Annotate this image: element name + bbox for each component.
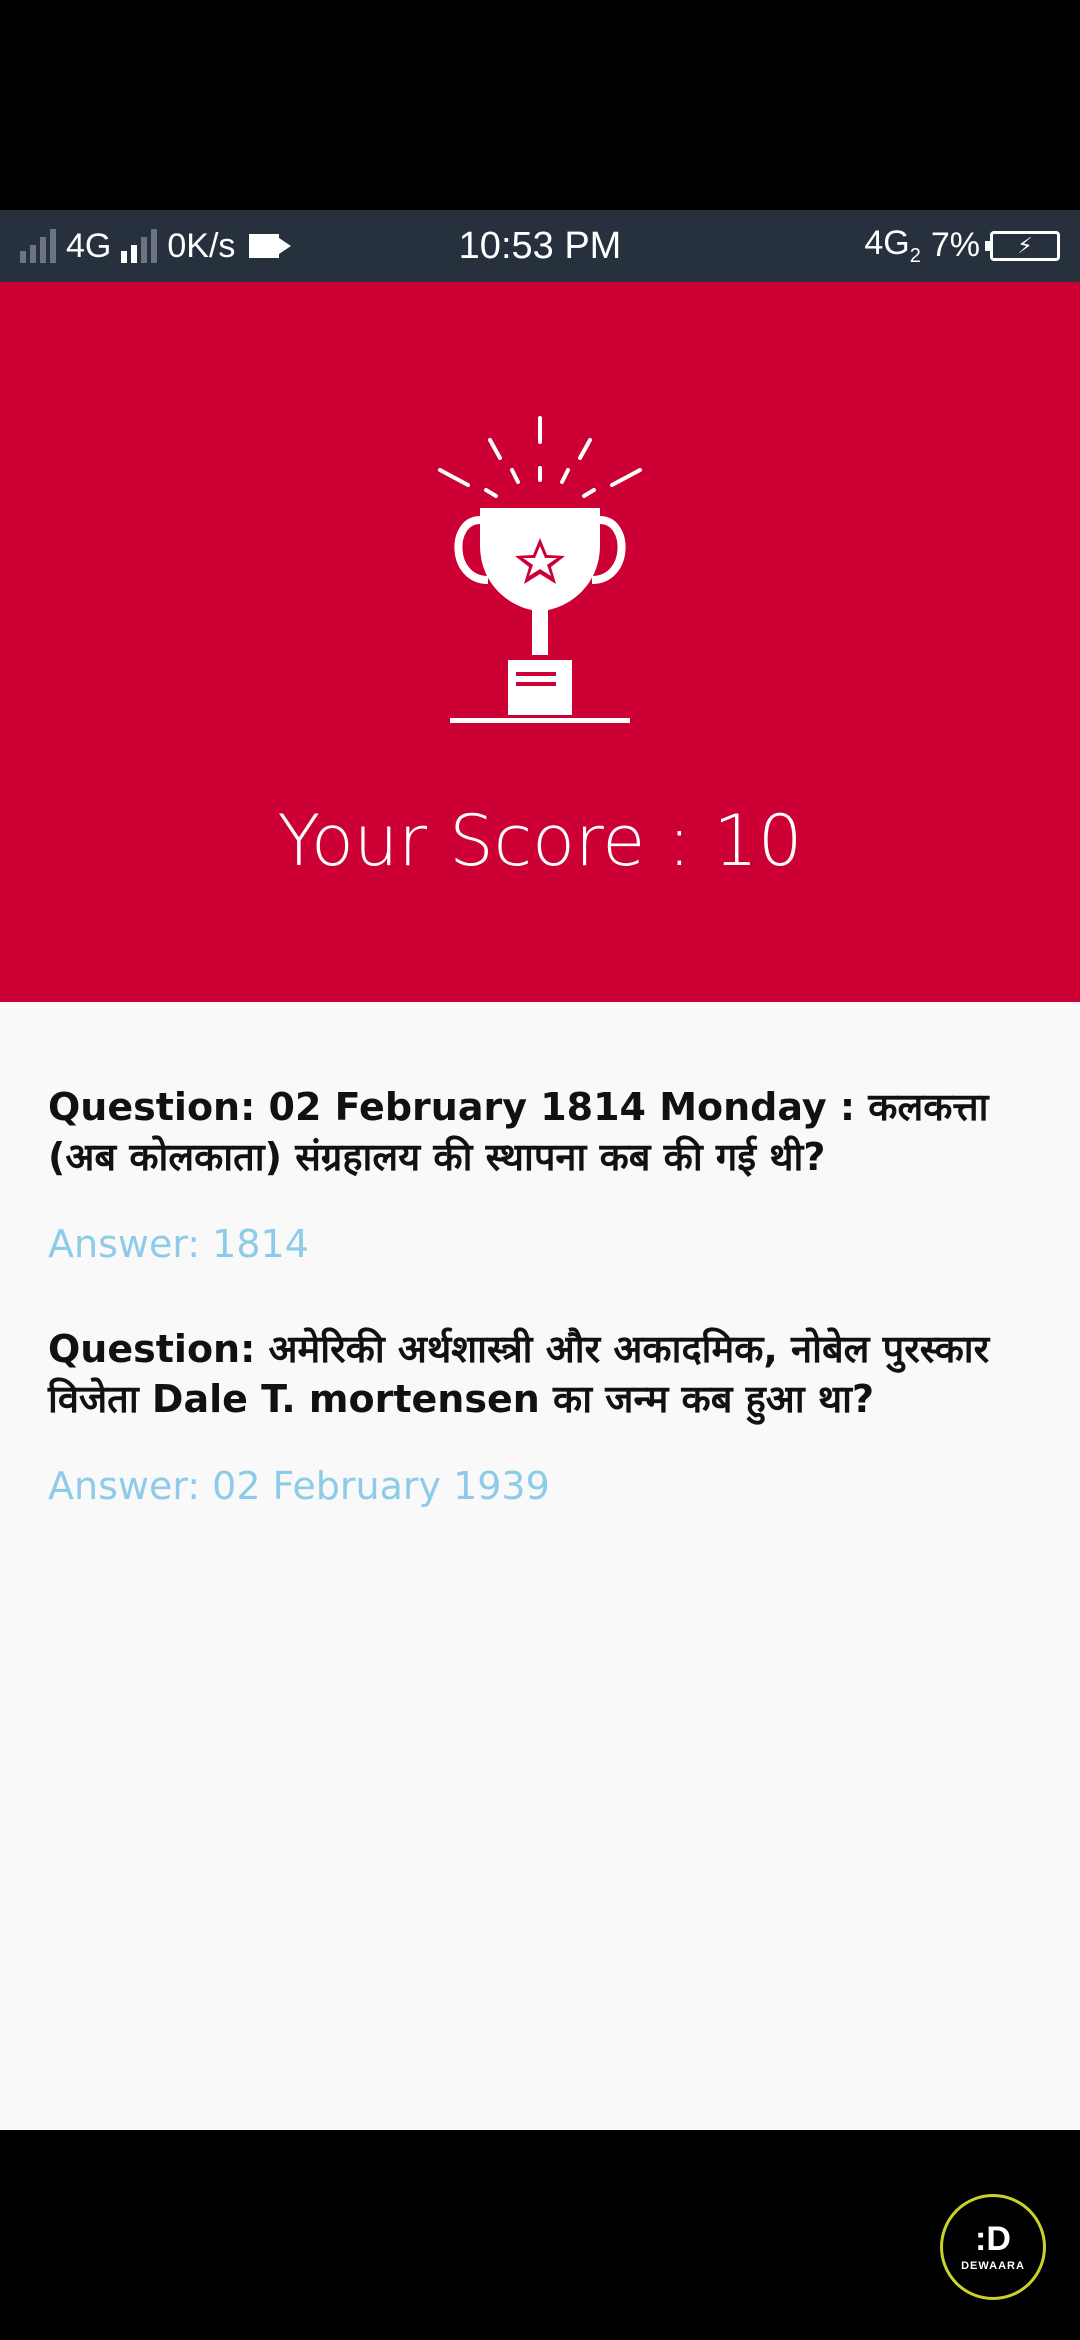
watermark-label: DEWAARA	[961, 2260, 1025, 2272]
top-letterbox	[0, 0, 1080, 210]
status-bar: 4G 0K/s 10:53 PM 4G2 7% ⚡	[0, 210, 1080, 282]
clock: 10:53 PM	[458, 224, 622, 267]
answer-text: Answer: 02 February 1939	[48, 1464, 550, 1508]
question-text: Question: 02 February 1814 Monday : कलकत…	[48, 1085, 989, 1179]
status-left: 4G 0K/s	[20, 227, 450, 266]
bottom-letterbox	[0, 2130, 1080, 2340]
network-speed-label: 0K/s	[167, 226, 236, 265]
status-right: 4G2 7% ⚡	[630, 224, 1060, 268]
qa-item: Question: अमेरिकी अर्थशास्त्री और अकादमि…	[48, 1324, 1032, 1508]
signal-strength-icon	[121, 229, 158, 263]
answer-text: Answer: 1814	[48, 1222, 309, 1266]
battery-icon: ⚡	[985, 230, 1060, 261]
video-camera-icon	[249, 234, 292, 258]
network-type-right: 4G2	[864, 224, 921, 267]
trophy-icon	[438, 416, 642, 723]
charging-bolt-icon: ⚡	[1017, 232, 1033, 258]
battery-percent: 7%	[930, 226, 980, 265]
qa-item: Question: 02 February 1814 Monday : कलकत…	[48, 1082, 1032, 1266]
score-label: Your Score : 10	[277, 800, 803, 882]
network-type-label: 4G	[66, 226, 112, 265]
signal-icon	[20, 229, 56, 263]
logo-mark-icon: :D	[975, 2220, 1011, 2258]
watermark-logo: :D DEWAARA	[940, 2194, 1046, 2300]
qa-list: Question: 02 February 1814 Monday : कलकत…	[0, 1002, 1080, 2130]
question-text: Question: अमेरिकी अर्थशास्त्री और अकादमि…	[48, 1327, 990, 1421]
